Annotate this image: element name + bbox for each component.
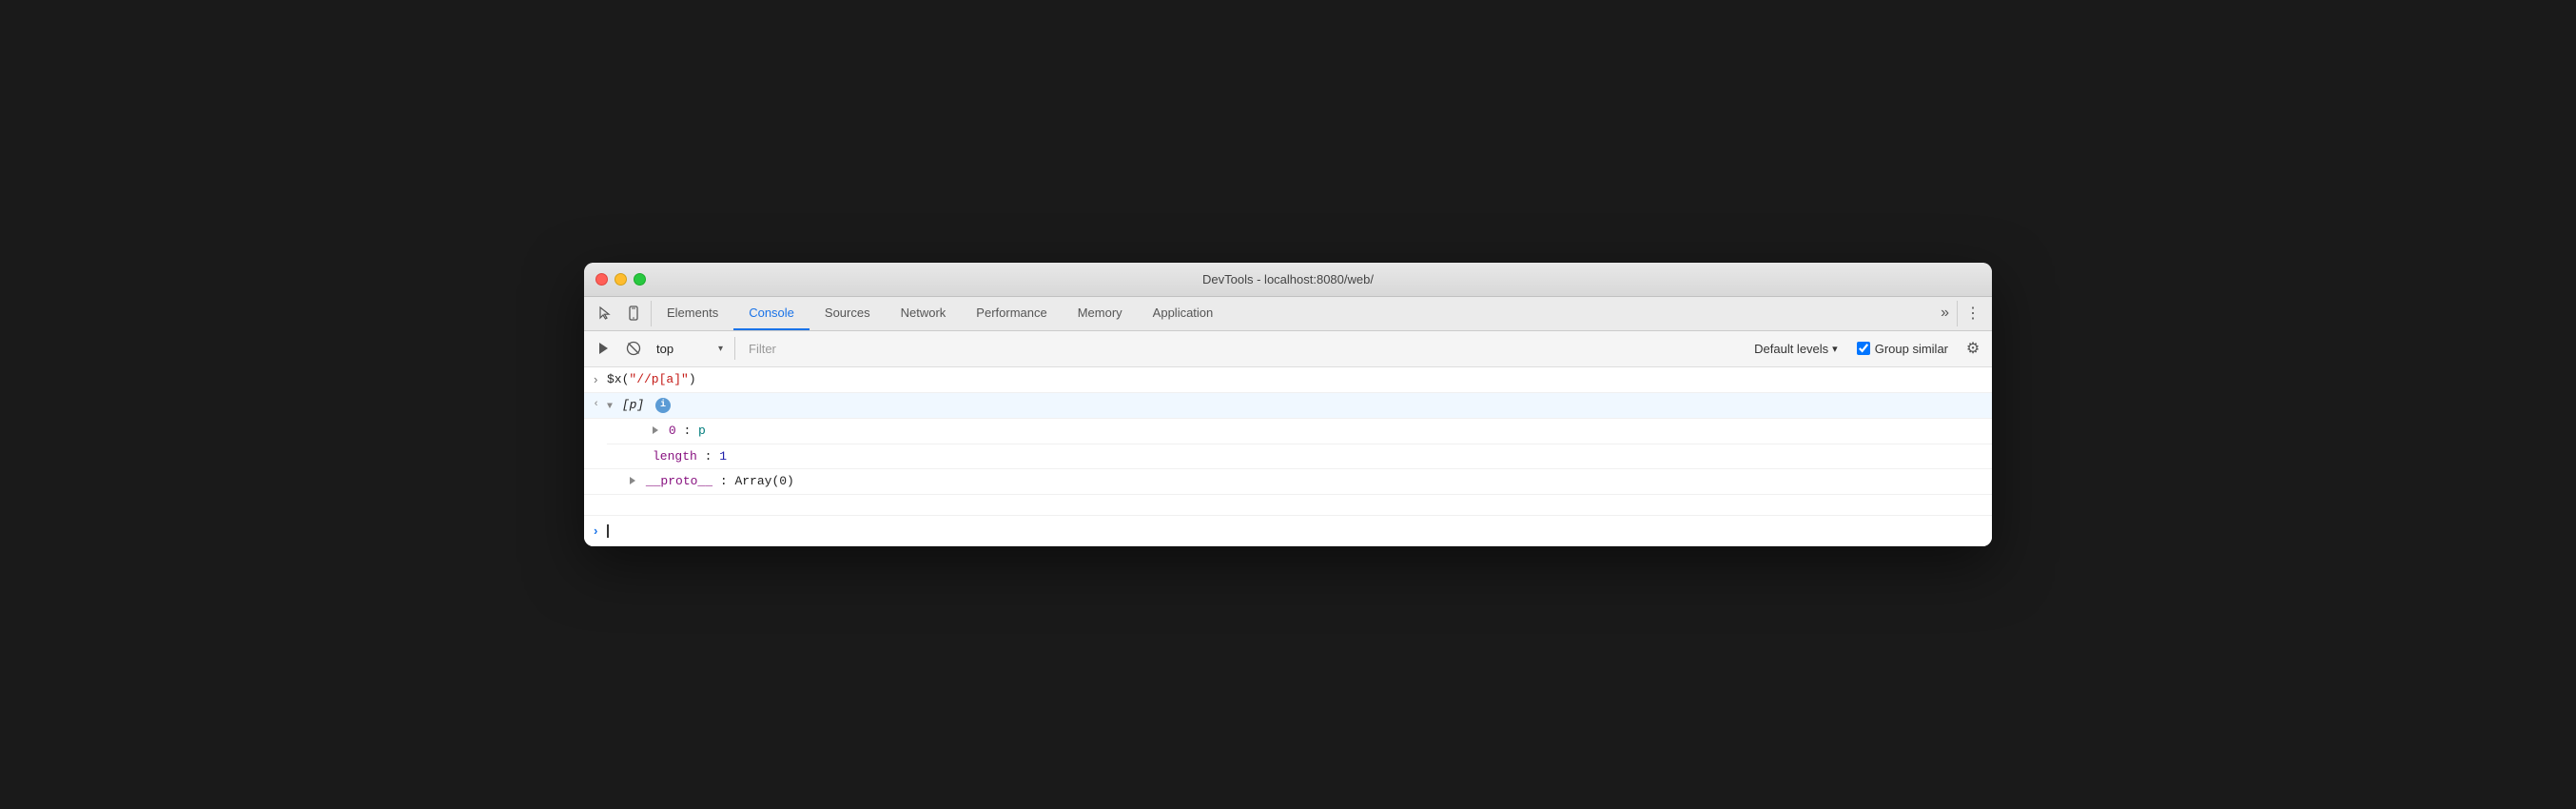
tab-icons — [588, 297, 651, 330]
item-0-key: 0 — [669, 424, 676, 438]
proto-chevron — [630, 477, 635, 484]
console-toolbar: top iframe ▾ Default levels ▾ Group simi… — [584, 331, 1992, 367]
group-similar-label: Group similar — [1875, 342, 1948, 356]
tab-elements[interactable]: Elements — [652, 297, 733, 330]
item-0-expand[interactable] — [653, 422, 661, 441]
length-gutter — [584, 447, 603, 448]
console-settings-button[interactable]: ⚙ — [1960, 335, 1986, 362]
filter-input[interactable] — [743, 340, 1247, 358]
console-item-0: 0 : p — [607, 419, 1992, 444]
console-active-input-content[interactable] — [603, 522, 1984, 541]
input-arrow-1: › — [584, 370, 603, 390]
input-prompt-gutter: › — [584, 522, 603, 542]
proto-key: __proto__ — [646, 474, 712, 488]
devtools-window: DevTools - localhost:8080/web/ Elements — [584, 263, 1992, 546]
console-array-content: ▼ [p] i — [603, 396, 1984, 415]
item-0-colon: : — [683, 424, 698, 438]
default-levels-chevron: ▾ — [1832, 343, 1838, 355]
console-input-line-1: › $x("//p[a]") — [584, 367, 1992, 394]
console-active-input[interactable]: › — [584, 516, 1992, 547]
item-gutter-0 — [607, 422, 626, 423]
context-selector[interactable]: top iframe — [651, 340, 727, 358]
proto-value: Array(0) — [734, 474, 793, 488]
console-cursor — [607, 524, 609, 538]
tab-application[interactable]: Application — [1138, 297, 1229, 330]
proto-colon: : — [720, 474, 735, 488]
console-item-content-0: 0 : p — [626, 422, 1984, 441]
group-similar-checkbox[interactable] — [1857, 342, 1870, 355]
group-similar-checkbox-wrapper[interactable]: Group similar — [1849, 339, 1956, 359]
console-proto-content: __proto__ : Array(0) — [603, 472, 1984, 491]
tab-sources[interactable]: Sources — [810, 297, 886, 330]
window-title: DevTools - localhost:8080/web/ — [1202, 272, 1374, 286]
more-tabs-button[interactable]: » — [1933, 297, 1957, 330]
console-input-content-1: $x("//p[a]") — [603, 370, 1984, 389]
array-label: [p] — [622, 398, 644, 412]
minimize-button[interactable] — [615, 273, 627, 286]
mobile-icon[interactable] — [620, 300, 647, 326]
array-expand-arrow[interactable]: ▼ — [607, 396, 613, 415]
tab-network[interactable]: Network — [886, 297, 962, 330]
length-value: 1 — [719, 449, 727, 464]
traffic-lights — [595, 273, 646, 286]
maximize-button[interactable] — [634, 273, 646, 286]
item-0-value: p — [698, 424, 706, 438]
tab-memory[interactable]: Memory — [1063, 297, 1138, 330]
default-levels-button[interactable]: Default levels ▾ — [1747, 339, 1845, 359]
close-button[interactable] — [595, 273, 608, 286]
console-item-length: length : 1 — [584, 444, 1992, 470]
array-info-badge[interactable]: i — [655, 398, 671, 413]
clear-console-button[interactable] — [620, 335, 647, 362]
execute-button[interactable] — [590, 335, 616, 362]
proto-gutter — [584, 472, 603, 473]
tab-console[interactable]: Console — [733, 297, 810, 330]
console-length-content: length : 1 — [603, 447, 1984, 466]
toolbar-divider-1 — [734, 337, 735, 360]
proto-expand[interactable] — [630, 472, 638, 491]
console-item-proto: __proto__ : Array(0) — [584, 469, 1992, 495]
length-key: length — [653, 449, 697, 464]
tab-bar: Elements Console Sources Network Perform… — [584, 297, 1992, 331]
cursor-icon[interactable] — [592, 300, 618, 326]
console-output: › $x("//p[a]") ‹ ▼ [p] i — [584, 367, 1992, 546]
back-arrow: ‹ — [584, 396, 603, 413]
context-selector-wrapper[interactable]: top iframe ▾ — [651, 340, 727, 358]
length-colon: : — [705, 449, 720, 464]
devtools-settings-button[interactable]: ⋮ — [1958, 297, 1988, 330]
title-bar: DevTools - localhost:8080/web/ — [584, 263, 1992, 297]
tab-spacer — [1228, 297, 1933, 330]
console-spacer-line — [584, 495, 1992, 516]
console-output-array: ‹ ▼ [p] i — [584, 393, 1992, 419]
item-0-chevron — [653, 426, 658, 434]
tab-performance[interactable]: Performance — [961, 297, 1062, 330]
input-prompt-arrow: › — [592, 523, 599, 542]
